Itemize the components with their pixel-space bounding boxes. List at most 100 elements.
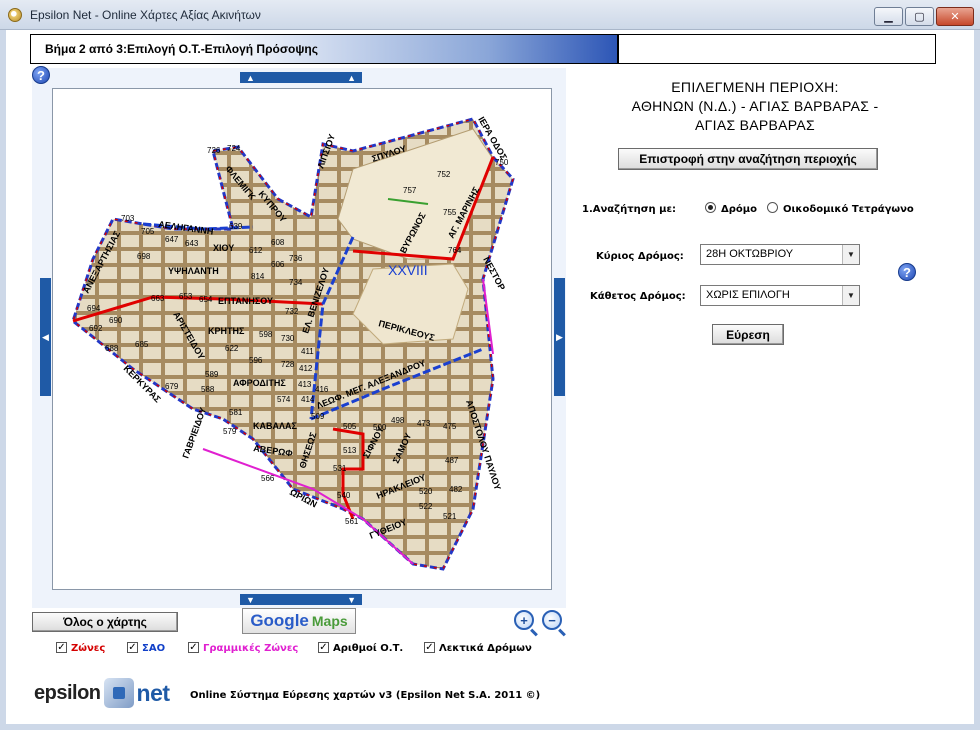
block-number: 688 [105,344,119,353]
block-number: 724 [227,144,241,153]
block-number: 734 [289,278,303,287]
block-number: 705 [141,227,155,236]
close-button[interactable]: ✕ [936,7,974,26]
block-number: 690 [109,316,123,325]
block-number: 728 [281,360,295,369]
map-viewport[interactable]: XXVIII ΙΕΡΑ ΟΔΟΣ ΣΠΥΛΟΥ ΛΙΠΣΙΟΥ ΦΛΕΜΙΓΚ … [52,88,552,590]
block-number: 414 [301,395,315,404]
zoom-out-icon[interactable]: − [542,610,562,630]
pan-left-icon: ◀ [42,331,49,342]
block-number: 521 [443,512,457,521]
layer-linear-zones-checkbox[interactable]: ✓ [188,642,199,653]
block-number: 653 [179,292,193,301]
footer-system-text: Online Σύστημα Εύρεσης χαρτών v3 (Epsilo… [190,690,541,701]
block-number: 732 [285,307,299,316]
block-number: 487 [445,456,459,465]
selected-area: ΕΠΙΛΕΓΜΕΝΗ ΠΕΡΙΟΧΗ: ΑΘΗΝΩΝ (Ν.Δ.) - ΑΓΙΑ… [590,78,920,135]
google-maps-button[interactable]: Google Maps [242,608,356,634]
whole-map-button[interactable]: Όλος ο χάρτης [32,612,178,632]
pan-up-icon-right: ▲ [347,72,356,83]
pan-up-button[interactable]: ▲ ▲ [240,72,362,83]
cross-street-label: Κάθετος Δρόμος: [590,291,686,302]
maps-word: Maps [311,613,348,629]
block-number: 612 [249,246,263,255]
block-number: 726 [207,146,221,155]
epsilon-net-logo: epsilon net [34,678,170,708]
logo-word-epsilon: epsilon [34,681,101,704]
block-number: 757 [403,186,417,195]
pan-down-button[interactable]: ▼ ▼ [240,594,362,605]
layer-linear-zones-label: Γραμμικές Ζώνες [203,643,299,654]
street-label: ΚΡΗΤΗΣ [208,326,245,336]
google-word: Google [250,611,309,630]
radio-block-label: Οικοδομικό Τετράγωνο [783,204,914,215]
layer-sao-label: ΣΑΟ [142,643,166,654]
block-number: 498 [391,416,405,425]
block-number: 588 [201,385,215,394]
app-icon [8,8,22,22]
block-number: 608 [271,238,285,247]
block-number: 589 [205,370,219,379]
block-number: 475 [443,422,457,431]
step-divider [617,35,619,63]
pan-down-icon: ▼ [246,594,255,605]
block-number: 522 [419,502,433,511]
pan-left-button[interactable]: ◀ [40,278,51,396]
block-number: 750 [495,158,509,167]
layer-sao-checkbox[interactable]: ✓ [127,642,138,653]
street-label: ΥΨΗΛΑΝΤΗ [168,266,219,276]
block-number: 679 [165,382,179,391]
block-number: 473 [417,419,431,428]
block-number: 639 [229,222,243,231]
search-by-label: 1.Αναζήτηση με: [582,204,677,215]
radio-street[interactable] [705,202,716,213]
find-button[interactable]: Εύρεση [712,324,784,345]
block-number: 531 [333,464,347,473]
back-to-area-search-button[interactable]: Επιστροφή στην αναζήτηση περιοχής [618,148,878,170]
block-number: 540 [337,491,351,500]
block-number: 500 [373,423,387,432]
selected-area-line: ΑΘΗΝΩΝ (Ν.Δ.) - ΑΓΙΑΣ ΒΑΡΒΑΡΑΣ - [631,98,879,114]
pan-down-icon-right: ▼ [347,594,356,605]
block-number: 520 [419,487,433,496]
cross-street-value: ΧΩΡΙΣ ΕΠΙΛΟΓΗ [706,289,790,301]
pan-right-button[interactable]: ▶ [554,278,565,396]
block-number: 692 [89,324,103,333]
block-number: 736 [289,254,303,263]
block-number: 574 [277,395,291,404]
radio-street-label: Δρόμο [721,204,757,215]
maximize-button[interactable]: ▢ [905,7,934,26]
chevron-down-icon: ▼ [842,286,859,305]
block-number: 513 [343,446,357,455]
block-number: 606 [271,260,285,269]
block-number: 482 [449,485,463,494]
zone-label: XXVIII [388,262,428,278]
pan-up-icon: ▲ [246,72,255,83]
layer-block-numbers-checkbox[interactable]: ✓ [318,642,329,653]
block-number: 755 [443,208,457,217]
block-number: 698 [137,252,151,261]
map-help-icon[interactable]: ? [32,66,50,84]
layer-block-numbers-label: Αριθμοί Ο.Τ. [333,643,404,654]
zoom-in-icon[interactable]: + [514,610,534,630]
layer-zones-label: Ζώνες [71,643,106,654]
block-number: 561 [345,517,359,526]
block-number: 411 [301,347,314,356]
block-number: 413 [298,380,312,389]
block-number: 814 [251,272,265,281]
block-number: 703 [121,214,135,223]
main-street-select[interactable]: 28Η ΟΚΤΩΒΡΙΟΥ ▼ [700,244,860,265]
street-label: ΧΙΟΥ [213,243,234,253]
cross-street-select[interactable]: ΧΩΡΙΣ ΕΠΙΛΟΓΗ ▼ [700,285,860,306]
radio-block[interactable] [767,202,778,213]
street-label: ΕΠΤΑΝΗΣΟΥ [218,296,273,306]
block-number: 596 [249,356,263,365]
block-number: 764 [448,246,462,255]
logo-cube-icon [103,678,134,708]
map-svg[interactable]: XXVIII ΙΕΡΑ ΟΔΟΣ ΣΠΥΛΟΥ ΛΙΠΣΙΟΥ ΦΛΕΜΙΓΚ … [53,89,552,590]
layer-zones-checkbox[interactable]: ✓ [56,642,67,653]
window-title: Epsilon Net - Online Χάρτες Αξίας Ακινήτ… [30,8,261,22]
panel-help-icon[interactable]: ? [898,263,916,281]
layer-street-names-checkbox[interactable]: ✓ [424,642,435,653]
minimize-button[interactable]: ▁ [874,7,903,26]
